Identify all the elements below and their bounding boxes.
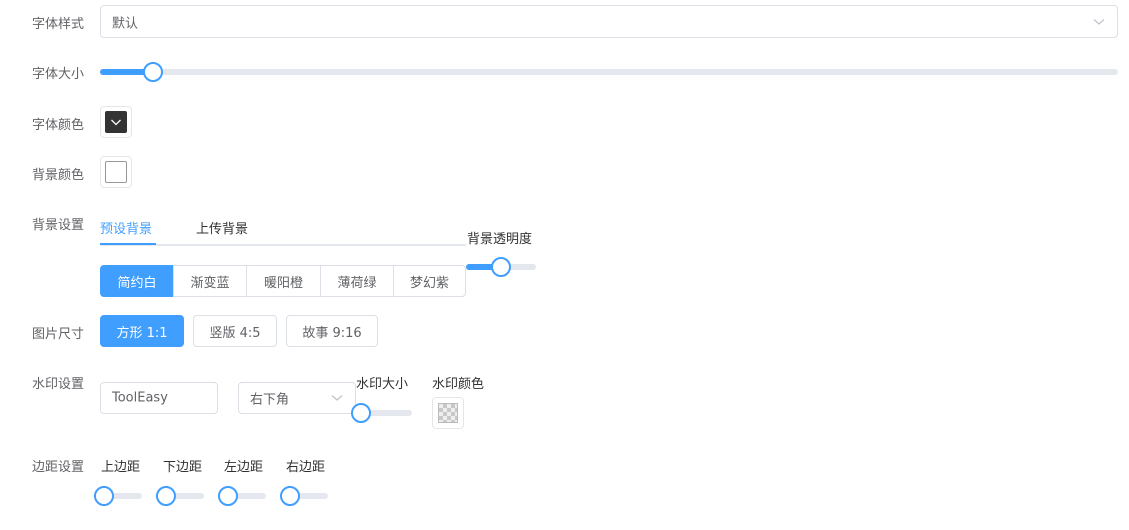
watermark-text-value: ToolEasy [112, 390, 168, 406]
bg-color-swatch [105, 161, 127, 183]
font-size-label: 字体大小 [32, 67, 85, 82]
font-style-select[interactable]: 默认 [100, 5, 1118, 38]
preset-dream-purple-button[interactable]: 梦幻紫 [393, 265, 466, 297]
font-color-picker[interactable] [100, 106, 132, 138]
tab-active-indicator [100, 243, 156, 245]
bg-color-label: 背景颜色 [32, 168, 85, 183]
tab-upload-bg[interactable]: 上传背景 [196, 218, 248, 237]
margin-left-label: 左边距 [224, 460, 264, 475]
font-color-label: 字体颜色 [32, 118, 85, 133]
chevron-down-icon [111, 119, 121, 126]
bg-settings-label: 背景设置 [32, 218, 85, 233]
tab-preset-bg[interactable]: 预设背景 [100, 218, 152, 237]
watermark-size-label: 水印大小 [356, 377, 409, 392]
bg-color-picker[interactable] [100, 156, 132, 188]
size-square-button[interactable]: 方形 1:1 [100, 315, 184, 347]
chevron-down-icon [1093, 18, 1105, 25]
font-style-value: 默认 [112, 16, 139, 31]
watermark-position-value: 右下角 [250, 392, 290, 408]
margin-top-label: 上边距 [101, 460, 141, 475]
watermark-color-picker[interactable] [432, 397, 464, 429]
size-portrait-button[interactable]: 竖版 4:5 [193, 315, 277, 347]
preset-warm-orange-button[interactable]: 暖阳橙 [246, 265, 321, 297]
bg-opacity-slider-thumb[interactable] [491, 257, 511, 277]
watermark-color-label: 水印颜色 [432, 377, 485, 392]
transparent-swatch-icon [438, 403, 458, 423]
watermark-position-select[interactable]: 右下角 [238, 382, 356, 414]
watermark-text-input[interactable]: ToolEasy [100, 382, 218, 414]
font-size-slider-thumb[interactable] [143, 62, 164, 82]
margins-label: 边距设置 [32, 460, 85, 475]
chevron-down-icon [331, 395, 343, 401]
margin-bottom-label: 下边距 [163, 460, 203, 475]
margin-right-slider-thumb[interactable] [280, 486, 300, 506]
margin-bottom-slider-thumb[interactable] [156, 486, 176, 506]
margin-left-slider-thumb[interactable] [218, 486, 238, 506]
preset-simple-white-button[interactable]: 简约白 [100, 265, 174, 297]
size-story-button[interactable]: 故事 9:16 [286, 315, 378, 347]
margin-right-label: 右边距 [286, 460, 326, 475]
watermark-label: 水印设置 [32, 377, 85, 392]
font-style-label: 字体样式 [32, 17, 85, 32]
preset-gradient-blue-button[interactable]: 渐变蓝 [173, 265, 247, 297]
image-size-label: 图片尺寸 [32, 327, 85, 342]
font-color-swatch [105, 111, 127, 133]
watermark-size-slider-thumb[interactable] [351, 403, 371, 423]
margin-top-slider-thumb[interactable] [94, 486, 114, 506]
bg-opacity-label: 背景透明度 [467, 232, 533, 247]
preset-mint-green-button[interactable]: 薄荷绿 [320, 265, 394, 297]
font-size-slider[interactable] [100, 69, 1118, 75]
